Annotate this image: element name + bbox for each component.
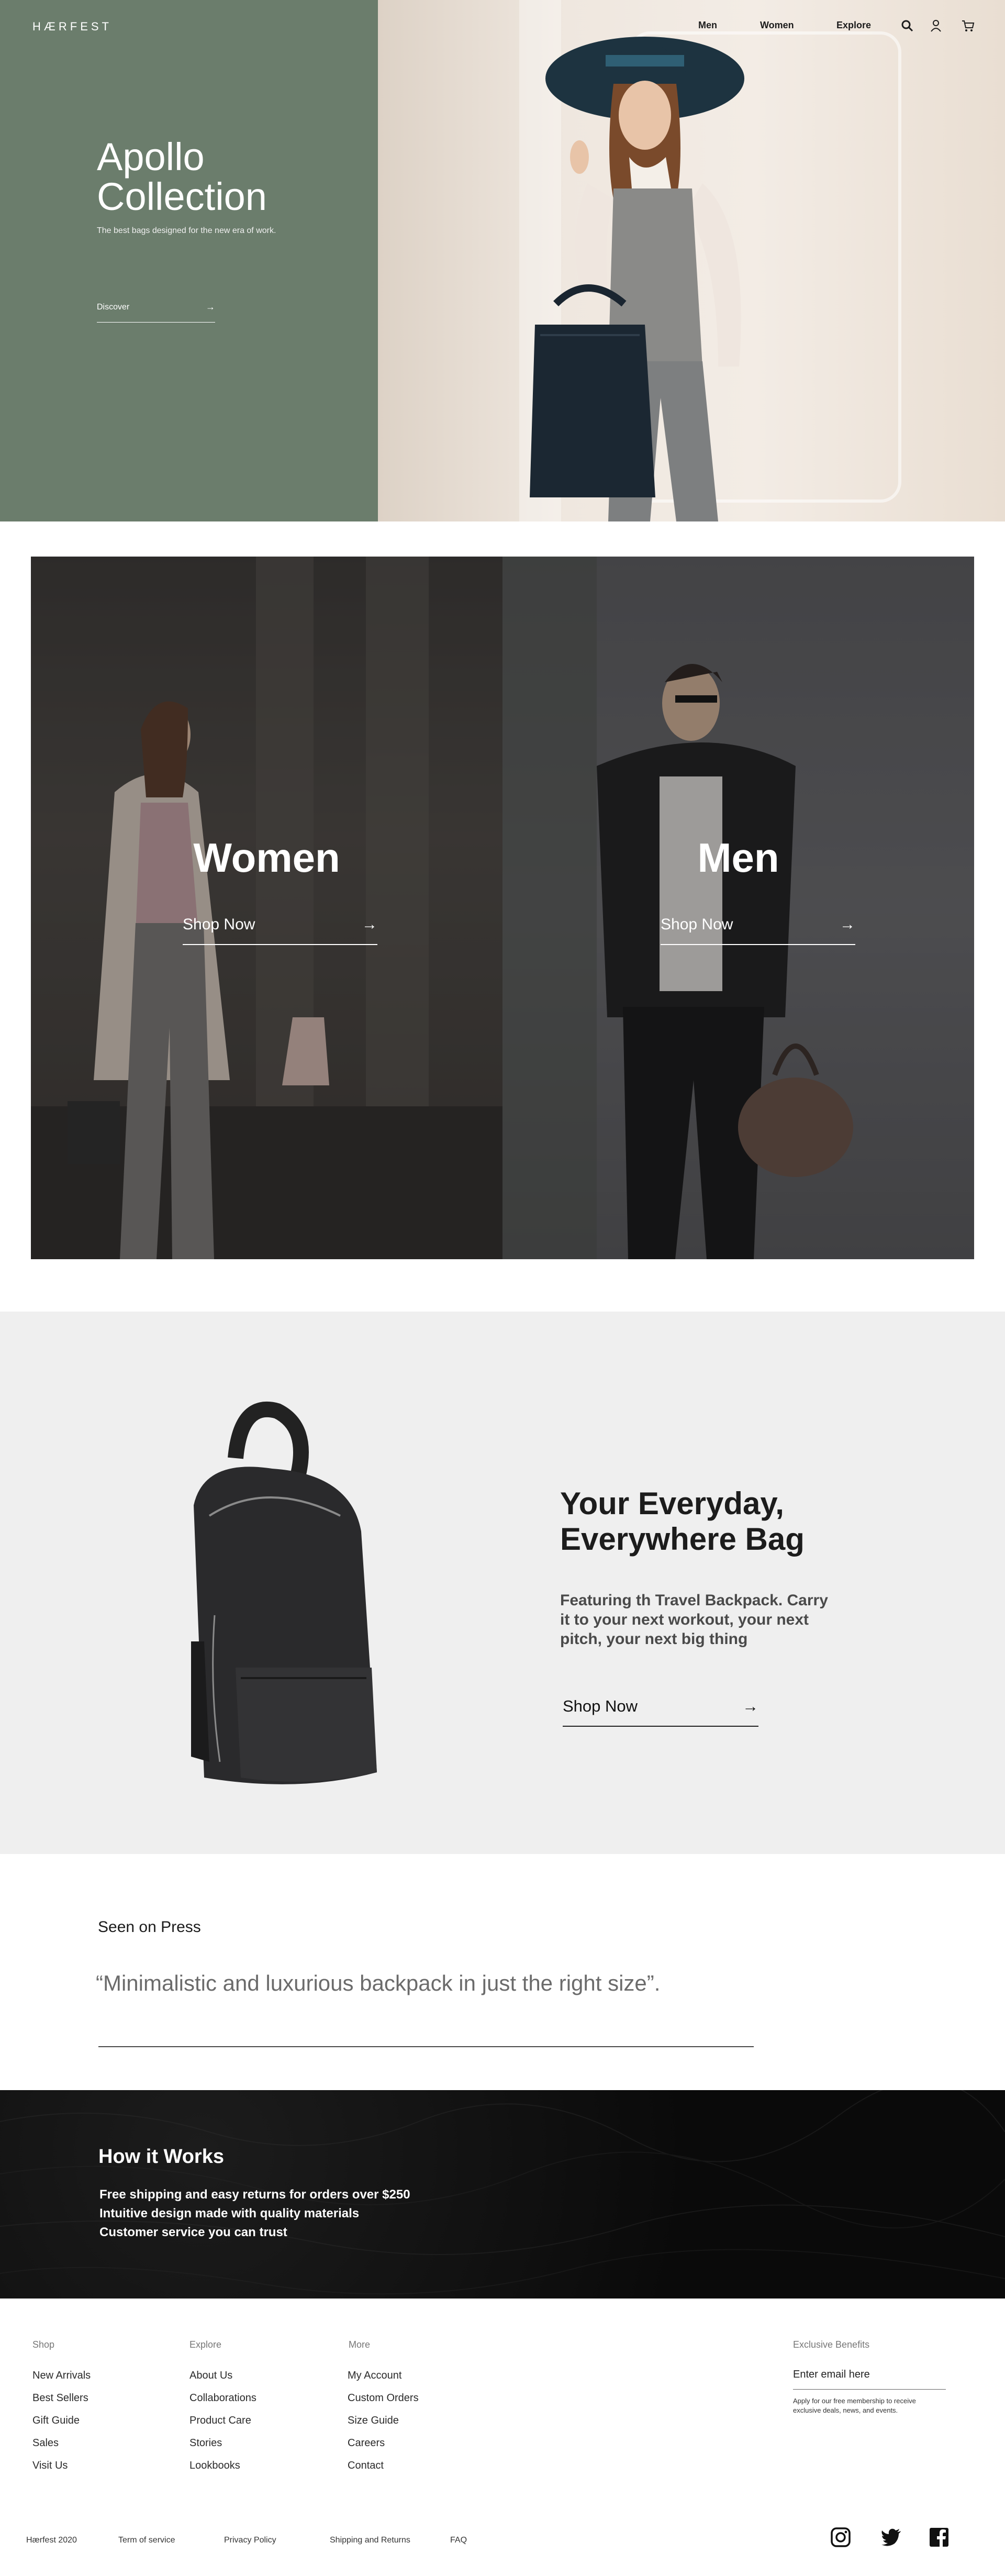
footer-shop-heading: Shop bbox=[32, 2339, 55, 2350]
how-item-shipping: Free shipping and easy returns for order… bbox=[99, 2188, 410, 2202]
feature-description: Featuring th Travel Backpack. Carry it t… bbox=[560, 1592, 828, 1648]
footer-link-shipping-returns[interactable]: Shipping and Returns bbox=[330, 2536, 410, 2545]
footer-link-faq[interactable]: FAQ bbox=[450, 2536, 467, 2545]
discover-link[interactable]: Discover → bbox=[97, 302, 215, 323]
men-shop-label: Shop Now bbox=[661, 916, 733, 933]
footer-benefits-heading: Exclusive Benefits bbox=[793, 2339, 870, 2350]
men-overlay bbox=[502, 557, 974, 1259]
men-category-tile[interactable]: Men Shop Now → bbox=[502, 557, 974, 1259]
brand-logo[interactable]: HÆRFEST bbox=[32, 20, 112, 34]
women-title: Women bbox=[193, 835, 340, 881]
footer-explore-heading: Explore bbox=[189, 2339, 222, 2350]
how-item-design: Intuitive design made with quality mater… bbox=[99, 2206, 360, 2220]
how-item-service: Customer service you can trust bbox=[99, 2225, 287, 2239]
footer-link-product-care[interactable]: Product Care bbox=[189, 2415, 251, 2427]
email-field[interactable]: Enter email here bbox=[793, 2369, 946, 2390]
men-title: Men bbox=[697, 835, 779, 881]
arrow-right-icon: → bbox=[206, 302, 215, 312]
women-shop-now-button[interactable]: Shop Now → bbox=[183, 916, 377, 945]
women-overlay bbox=[31, 557, 502, 1259]
footer-link-custom-orders[interactable]: Custom Orders bbox=[348, 2392, 419, 2404]
search-icon[interactable] bbox=[900, 19, 914, 32]
footer-link-my-account[interactable]: My Account bbox=[348, 2370, 401, 2382]
how-it-works-title: How it Works bbox=[98, 2146, 224, 2168]
footer-link-terms[interactable]: Term of service bbox=[118, 2536, 175, 2545]
nav-women[interactable]: Women bbox=[760, 20, 794, 31]
facebook-icon[interactable] bbox=[929, 2527, 950, 2548]
footer-link-privacy[interactable]: Privacy Policy bbox=[224, 2536, 276, 2545]
press-quote: “Minimalistic and luxurious backpack in … bbox=[96, 1971, 661, 1995]
backpack-feature-section: Your Everyday, Everywhere Bag Featuring … bbox=[0, 1312, 1005, 1854]
arrow-right-icon: → bbox=[840, 916, 855, 933]
arrow-right-icon: → bbox=[362, 916, 377, 933]
feature-title: Your Everyday, Everywhere Bag bbox=[560, 1486, 805, 1557]
cart-icon[interactable] bbox=[961, 19, 975, 32]
feature-shop-label: Shop Now bbox=[563, 1697, 638, 1715]
backpack-image bbox=[191, 1401, 377, 1784]
footer-link-about-us[interactable]: About Us bbox=[189, 2370, 232, 2382]
arrow-right-icon: → bbox=[742, 1697, 758, 1715]
how-it-works-section: How it Works Free shipping and easy retu… bbox=[0, 2090, 1005, 2299]
footer-link-best-sellers[interactable]: Best Sellers bbox=[32, 2392, 88, 2404]
press-divider bbox=[98, 2046, 754, 2047]
nav-men[interactable]: Men bbox=[698, 20, 717, 31]
footer-link-lookbooks[interactable]: Lookbooks bbox=[189, 2460, 240, 2472]
discover-label: Discover bbox=[97, 303, 130, 312]
footer-link-gift-guide[interactable]: Gift Guide bbox=[32, 2415, 80, 2427]
copyright: Hærfest 2020 bbox=[26, 2536, 77, 2545]
press-label: Seen on Press bbox=[98, 1918, 201, 1936]
feature-shop-now-button[interactable]: Shop Now → bbox=[563, 1697, 758, 1727]
footer-link-size-guide[interactable]: Size Guide bbox=[348, 2415, 399, 2427]
hero-subtitle: The best bags designed for the new era o… bbox=[97, 226, 276, 235]
footer-more-heading: More bbox=[349, 2339, 371, 2350]
hero-title: Apollo Collection bbox=[97, 135, 267, 218]
footer-link-visit-us[interactable]: Visit Us bbox=[32, 2460, 68, 2472]
women-category-tile[interactable]: Women Shop Now → bbox=[31, 557, 502, 1259]
membership-note: Apply for our free membership to receive… bbox=[793, 2397, 916, 2414]
women-shop-label: Shop Now bbox=[183, 916, 255, 933]
footer-link-collaborations[interactable]: Collaborations bbox=[189, 2392, 256, 2404]
footer-link-new-arrivals[interactable]: New Arrivals bbox=[32, 2370, 91, 2382]
men-shop-now-button[interactable]: Shop Now → bbox=[661, 916, 855, 945]
hero-section: HÆRFEST Apollo Collection The best bags … bbox=[0, 0, 1005, 521]
hero-image bbox=[378, 0, 1005, 521]
footer-link-careers[interactable]: Careers bbox=[348, 2437, 385, 2449]
instagram-icon[interactable] bbox=[830, 2527, 851, 2548]
model-with-handbag-image bbox=[530, 37, 744, 521]
footer-link-contact[interactable]: Contact bbox=[348, 2460, 384, 2472]
hero-panel: HÆRFEST Apollo Collection The best bags … bbox=[0, 0, 378, 521]
user-icon[interactable] bbox=[929, 19, 943, 32]
twitter-icon[interactable] bbox=[881, 2527, 902, 2548]
footer-link-stories[interactable]: Stories bbox=[189, 2437, 222, 2449]
nav-explore[interactable]: Explore bbox=[836, 20, 871, 31]
footer-link-sales[interactable]: Sales bbox=[32, 2437, 59, 2449]
